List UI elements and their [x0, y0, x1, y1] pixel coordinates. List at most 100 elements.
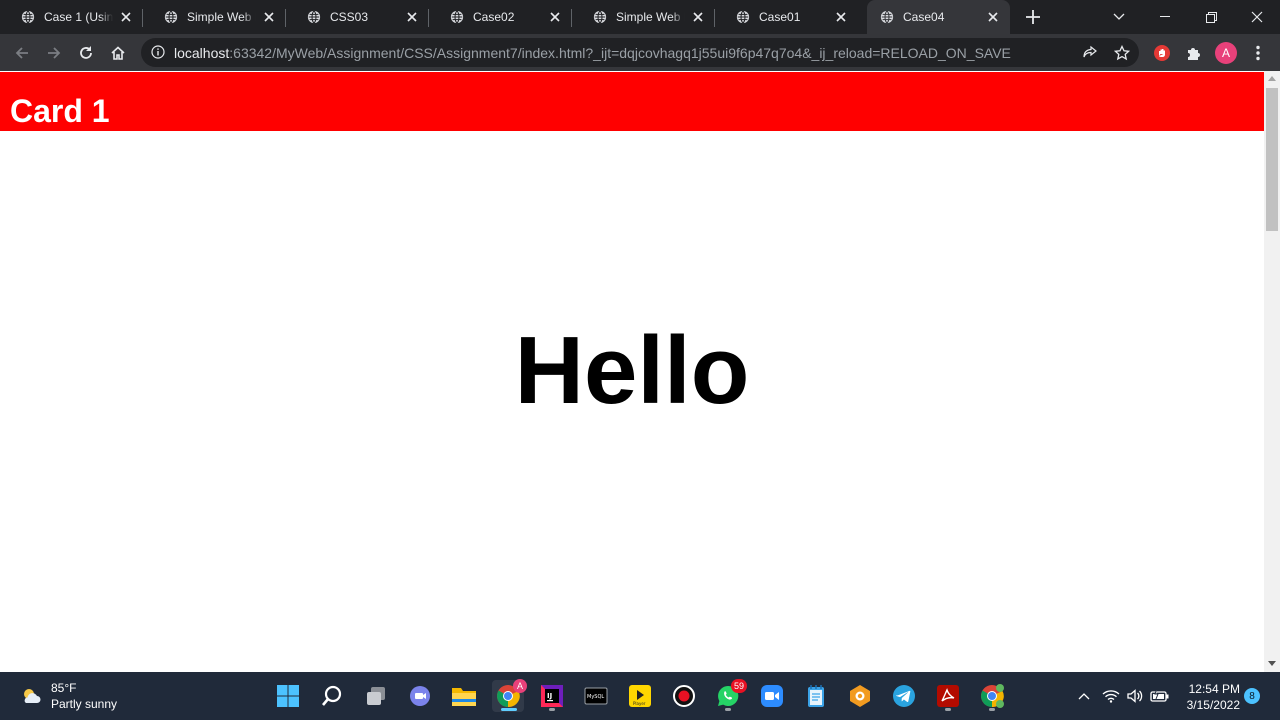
acrobat-button[interactable] — [932, 680, 964, 712]
running-indicator — [725, 708, 731, 711]
reload-icon[interactable] — [74, 41, 98, 65]
telegram-button[interactable] — [888, 680, 920, 712]
hello-heading: Hello — [514, 317, 750, 424]
zoom-icon — [761, 685, 783, 707]
svg-text:MySQL: MySQL — [587, 694, 604, 700]
globe-icon — [736, 10, 750, 24]
app-icon — [850, 685, 870, 707]
share-icon[interactable] — [1080, 43, 1100, 63]
chrome-taskbar-button[interactable]: A — [492, 679, 527, 712]
task-view-icon — [367, 687, 385, 705]
chat-icon — [410, 686, 430, 706]
extension-icon[interactable] — [1150, 41, 1174, 65]
globe-icon — [307, 10, 321, 24]
close-icon[interactable] — [405, 10, 419, 24]
scroll-down-icon[interactable] — [1268, 661, 1276, 666]
wifi-icon[interactable] — [1101, 686, 1121, 706]
address-bar[interactable]: localhost:63342/MyWeb/Assignment/CSS/Ass… — [141, 38, 1139, 67]
folder-icon — [452, 688, 476, 706]
scrollbar[interactable] — [1264, 71, 1280, 672]
close-icon[interactable] — [691, 10, 705, 24]
app-orange-button[interactable] — [844, 680, 876, 712]
volume-icon[interactable] — [1125, 686, 1145, 706]
running-indicator — [501, 708, 517, 711]
telegram-icon — [893, 685, 915, 707]
player-button[interactable]: Player — [624, 680, 656, 712]
forward-icon[interactable] — [42, 41, 66, 65]
globe-icon — [164, 10, 178, 24]
new-tab-icon[interactable] — [1023, 7, 1043, 27]
minimize-button[interactable] — [1142, 0, 1188, 34]
close-icon[interactable] — [119, 10, 133, 24]
chrome-icon — [981, 684, 1004, 708]
screen-recorder-button[interactable] — [668, 680, 700, 712]
close-icon[interactable] — [834, 10, 848, 24]
bookmark-star-icon[interactable] — [1112, 43, 1132, 63]
battery-icon[interactable] — [1150, 686, 1170, 706]
intellij-button[interactable]: IJ — [536, 680, 568, 712]
whatsapp-button[interactable]: 59 — [712, 679, 747, 712]
svg-text:Player: Player — [633, 701, 646, 706]
system-clock[interactable]: 12:54 PM 3/15/2022 — [1176, 681, 1240, 713]
browser-toolbar: localhost:63342/MyWeb/Assignment/CSS/Ass… — [0, 34, 1280, 71]
notification-badge[interactable]: 8 — [1244, 688, 1260, 704]
weather-widget[interactable]: 85°F Partly sunny — [20, 680, 117, 712]
scrollbar-thumb[interactable] — [1266, 88, 1278, 231]
browser-tab[interactable]: Case02 — [429, 0, 572, 34]
close-window-button[interactable] — [1234, 0, 1280, 34]
card-header: Card 1 — [0, 72, 1264, 131]
tab-title: Case04 — [903, 10, 945, 24]
menu-icon[interactable] — [1246, 41, 1270, 65]
avatar: A — [1215, 42, 1237, 64]
home-icon[interactable] — [106, 41, 130, 65]
zoom-button[interactable] — [756, 680, 788, 712]
clock-date: 3/15/2022 — [1186, 698, 1240, 712]
unread-badge: 59 — [730, 679, 747, 693]
card-title: Card 1 — [10, 93, 110, 129]
tab-title: CSS03 — [330, 10, 369, 24]
browser-tab[interactable]: CSS03 — [286, 0, 429, 34]
chevron-up-icon[interactable] — [1074, 686, 1094, 706]
puzzle-icon[interactable] — [1182, 41, 1206, 65]
tab-title: Case01 — [759, 10, 801, 24]
restore-button[interactable] — [1188, 0, 1234, 34]
start-button[interactable] — [272, 680, 304, 712]
back-icon[interactable] — [10, 41, 34, 65]
globe-icon — [450, 10, 464, 24]
tab-title: Simple Web La — [187, 10, 256, 24]
chrome-profile-button[interactable] — [976, 680, 1008, 712]
teams-chat-button[interactable] — [404, 680, 436, 712]
notepad-button[interactable] — [800, 680, 832, 712]
tab-search-icon[interactable] — [1096, 0, 1142, 34]
partly-sunny-icon — [24, 689, 41, 703]
info-icon[interactable] — [151, 45, 165, 59]
browser-tab[interactable]: Case01 — [715, 0, 858, 34]
clock-time: 12:54 PM — [1188, 682, 1240, 696]
mysql-button[interactable]: MySQL — [580, 680, 612, 712]
task-view-button[interactable] — [360, 680, 392, 712]
running-indicator — [989, 708, 995, 711]
search-icon — [322, 685, 342, 706]
browser-tab[interactable]: Simple Web La — [143, 0, 286, 34]
browser-tab[interactable]: Case 1 (Using A — [0, 0, 143, 34]
player-icon: Player — [629, 685, 651, 707]
url-text[interactable]: localhost:63342/MyWeb/Assignment/CSS/Ass… — [174, 45, 1011, 61]
running-indicator — [549, 708, 555, 711]
close-icon[interactable] — [986, 10, 1000, 24]
profile-avatar[interactable]: A — [1214, 41, 1238, 65]
pdf-icon — [937, 685, 959, 707]
browser-tab-active[interactable]: Case04 — [867, 0, 1010, 34]
close-icon[interactable] — [262, 10, 276, 24]
profile-badge: A — [513, 679, 527, 693]
globe-icon — [593, 10, 607, 24]
record-icon — [673, 685, 695, 707]
close-icon[interactable] — [548, 10, 562, 24]
search-button[interactable] — [316, 680, 348, 712]
url-host: localhost — [174, 45, 230, 61]
scroll-up-icon[interactable] — [1268, 76, 1276, 81]
intellij-icon: IJ — [541, 685, 563, 707]
running-indicator — [945, 708, 951, 711]
browser-tab[interactable]: Simple Web La — [572, 0, 715, 34]
file-explorer-button[interactable] — [448, 680, 480, 712]
tab-strip: Case 1 (Using A Simple Web La CSS03 Case… — [0, 0, 1280, 34]
